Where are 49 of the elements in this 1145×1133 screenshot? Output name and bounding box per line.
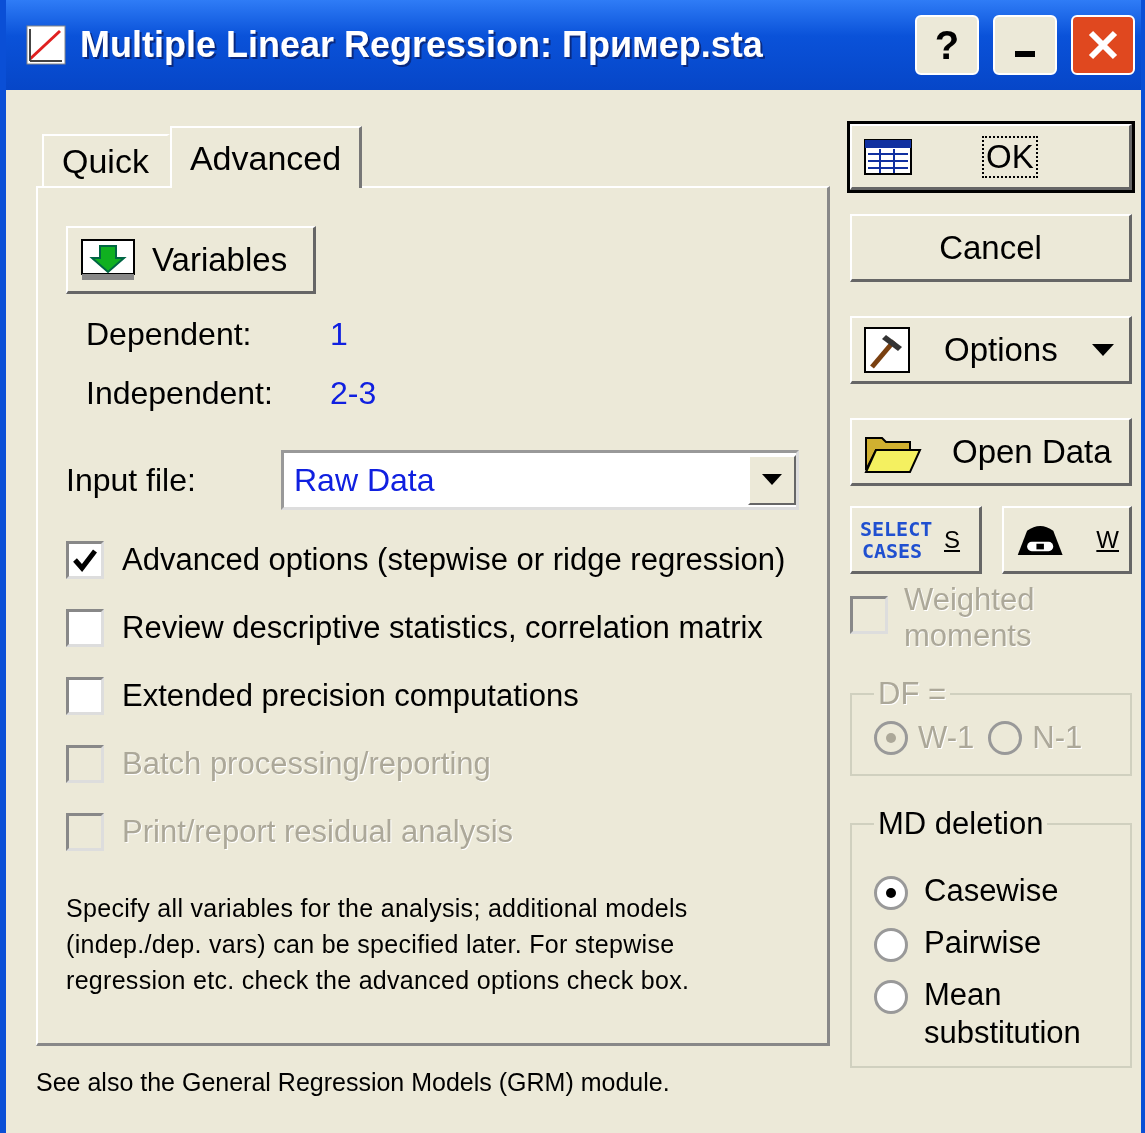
checkbox[interactable]: [66, 609, 104, 647]
footer-note: See also the General Regression Models (GRM) module.: [36, 1068, 671, 1097]
check-icon: [72, 547, 98, 573]
checkbox[interactable]: [66, 541, 104, 579]
options-button[interactable]: Options: [850, 316, 1132, 384]
minimize-button[interactable]: [993, 15, 1057, 75]
independent-value: 2-3: [330, 375, 377, 412]
dependent-label: Dependent:: [86, 316, 253, 353]
ok-button[interactable]: OK: [850, 124, 1132, 190]
radio-label: Pairwise: [924, 924, 1043, 962]
radio-label: Casewise: [924, 872, 1060, 910]
help-button[interactable]: ?: [915, 15, 979, 75]
cancel-button[interactable]: Cancel: [850, 214, 1132, 282]
open-data-button[interactable]: Open Data: [850, 418, 1132, 486]
checkbox-label: Batch processing/reporting: [122, 746, 491, 782]
independent-label: Independent:: [86, 375, 274, 412]
radio-button[interactable]: [874, 980, 908, 1014]
checkbox-label: Advanced options (stepwise or ridge regression): [122, 542, 786, 578]
chart-icon: [26, 25, 66, 65]
input-file-label: Input file:: [66, 461, 196, 499]
caret-icon: [1091, 343, 1114, 356]
checkbox-label: Weighted moments: [904, 582, 1036, 654]
minimize-icon: [1015, 51, 1035, 57]
radio-button[interactable]: [874, 876, 908, 910]
tab[interactable]: Advanced: [169, 126, 363, 188]
arrow-down-icon: [80, 237, 136, 282]
close-icon: [1086, 28, 1120, 62]
radio-button[interactable]: [874, 928, 908, 962]
instructions-text: Specify all variables for the analysis; additional models (indep./dep. vars) can be specified later. For stepwise regression etc. check the advanced options check box.: [66, 893, 691, 996]
radio-label: N-1: [1032, 720, 1083, 756]
table-icon: [864, 138, 912, 175]
checkbox-label: Extended precision computations: [122, 678, 579, 714]
group-label: MD deletion: [877, 806, 1045, 842]
variables-button[interactable]: Variables: [66, 226, 316, 294]
checkbox-label: Review descriptive statistics, correlation matrix: [122, 610, 763, 646]
radio-label: Mean substitution: [924, 976, 1082, 1052]
input-file-dropdown[interactable]: Raw Data: [281, 450, 799, 510]
tab[interactable]: Quick: [42, 134, 170, 186]
hammer-icon: [864, 326, 910, 373]
caret-icon: [762, 474, 782, 486]
window-title: Multiple Linear Regression: Пример.sta: [80, 24, 764, 66]
checkbox[interactable]: [66, 677, 104, 715]
weight-button[interactable]: W: [1002, 506, 1132, 574]
dependent-value: 1: [330, 316, 348, 353]
checkbox-label: Print/report residual analysis: [122, 814, 514, 850]
radio-label: W-1: [918, 720, 975, 756]
dropdown-button[interactable]: [748, 455, 796, 505]
close-button[interactable]: [1071, 15, 1135, 75]
group-label: DF =: [877, 676, 948, 712]
